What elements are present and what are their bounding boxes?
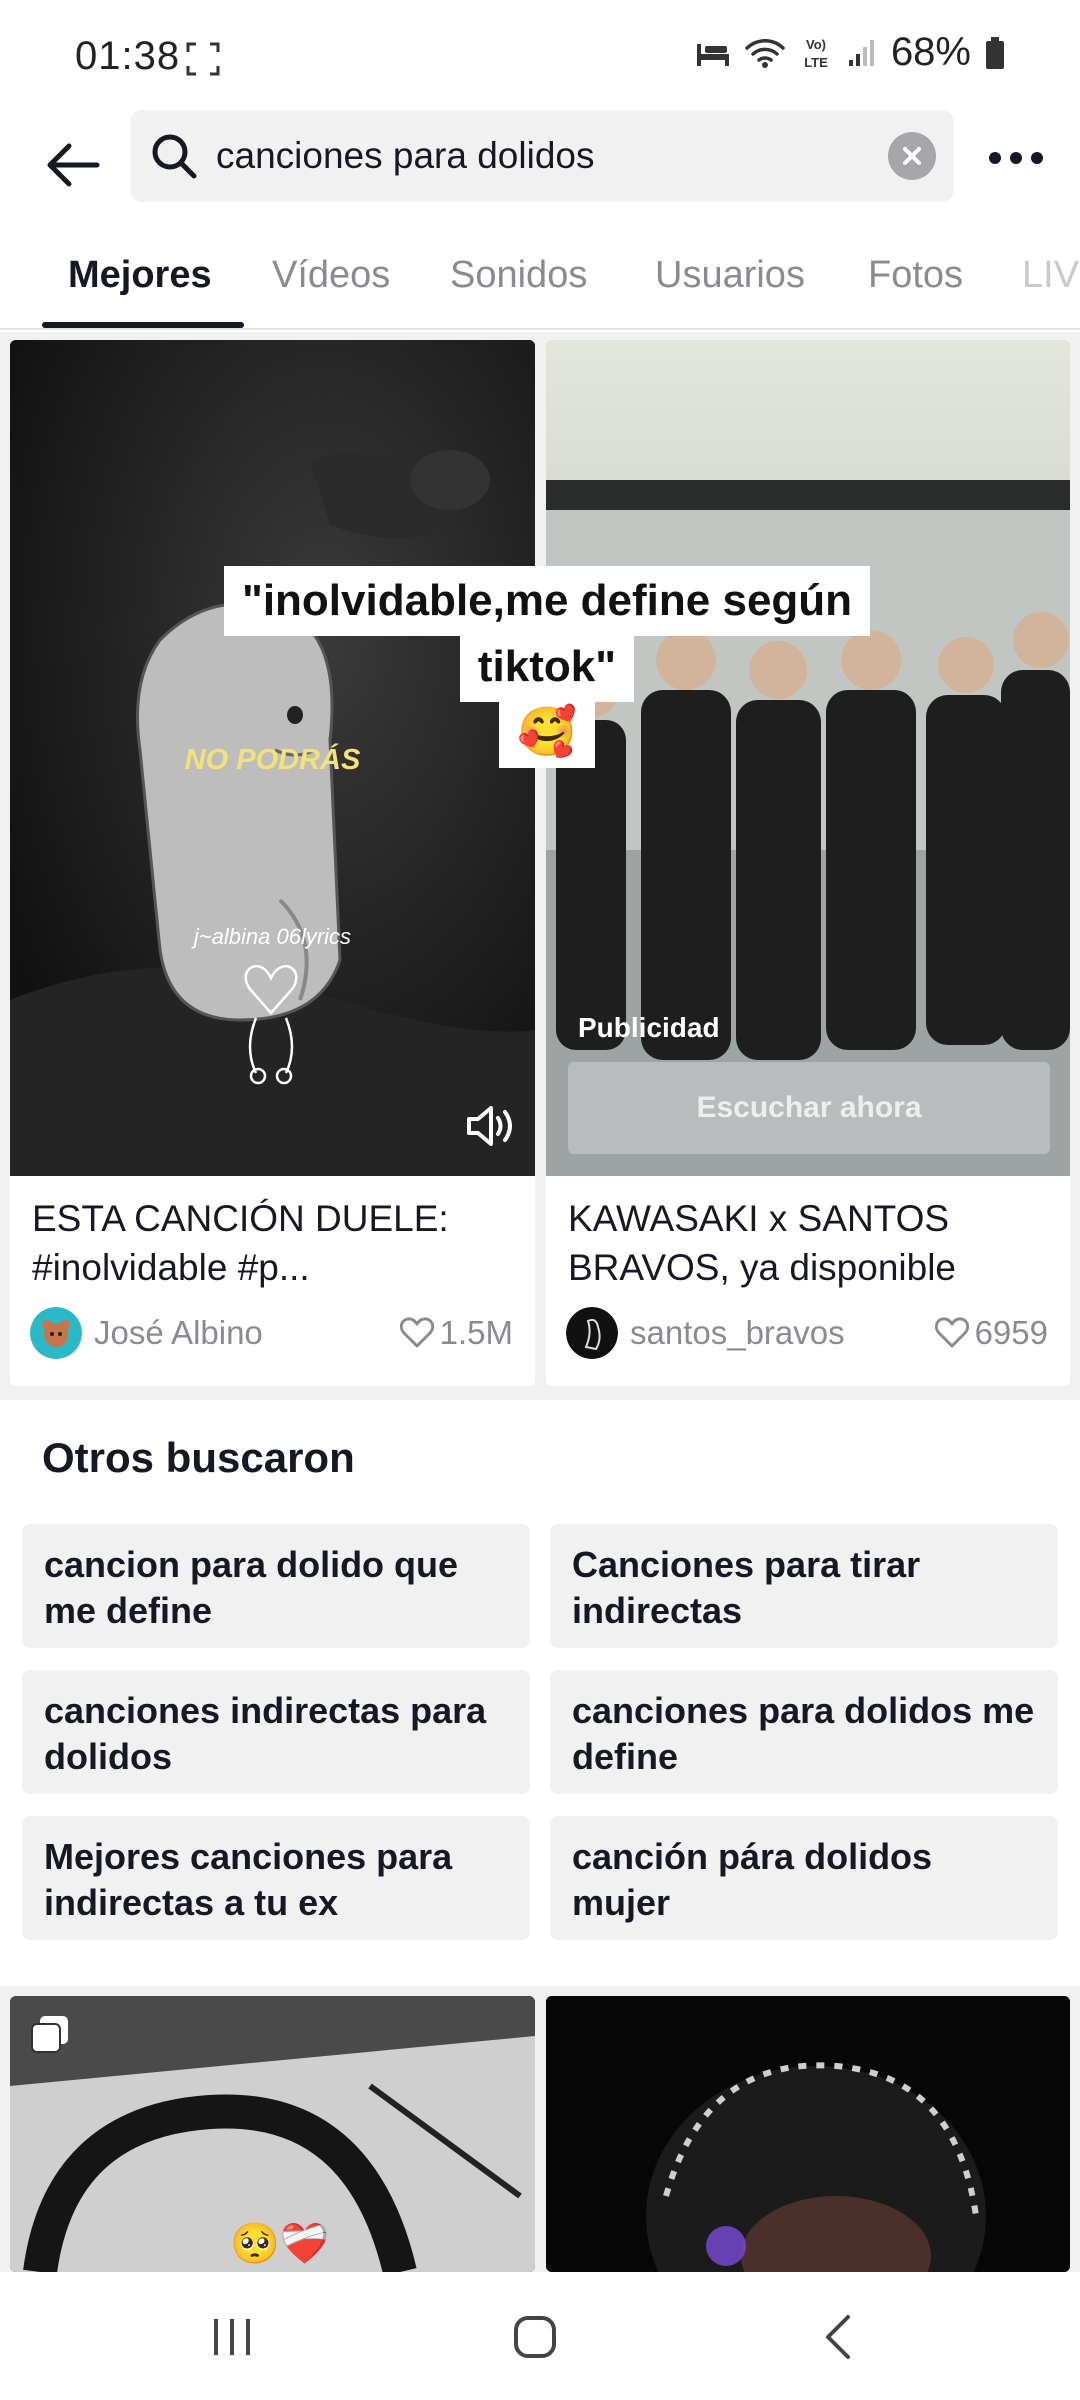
thumbnail-emoji: 🥺❤️‍🩹 <box>230 2222 330 2266</box>
thumbnail-lyric-text: NO PODRÁS <box>184 744 361 776</box>
screenshot-frame-icon <box>186 42 220 76</box>
battery-percent: 68% <box>890 30 971 74</box>
system-navigation-bar <box>0 2272 1080 2400</box>
status-bar: 01:38 Vo) LTE 68% <box>0 0 1080 110</box>
back-button[interactable] <box>38 130 108 200</box>
search-icon <box>146 128 202 184</box>
tab-sonidos[interactable]: Sonidos <box>450 254 587 297</box>
volume-icon[interactable] <box>465 1103 515 1154</box>
sponsored-label: Publicidad <box>578 1012 720 1043</box>
author-name[interactable]: santos_bravos <box>630 1314 935 1352</box>
tab-mejores[interactable]: Mejores <box>68 254 212 297</box>
status-icons: Vo) LTE 68% <box>695 30 1005 75</box>
suggestion-chip[interactable]: canción pára dolidos mujer <box>550 1816 1058 1940</box>
photo-carousel-icon <box>30 2014 70 2059</box>
tab-fotos[interactable]: Fotos <box>868 254 963 297</box>
volte-icon: Vo) LTE <box>799 35 833 71</box>
arrow-left-icon <box>47 143 100 187</box>
video-card[interactable]: 🥺❤️‍🩹 <box>10 1996 535 2272</box>
recent-apps-button[interactable] <box>192 2302 272 2372</box>
video-title[interactable]: KAWASAKI x SANTOS BRAVOS, ya disponible <box>568 1194 1038 1292</box>
group-photo-illustration <box>546 340 1070 1176</box>
bed-icon <box>695 38 731 68</box>
ad-video-card[interactable]: Publicidad Escuchar ahora KAWASAKI x SAN… <box>546 340 1070 1386</box>
signal-icon <box>847 38 877 68</box>
active-tab-indicator <box>42 322 244 328</box>
suggestion-chip[interactable]: Canciones para tirar indirectas <box>550 1524 1058 1648</box>
video-thumbnail <box>546 1996 1070 2272</box>
video-meta: José Albino 1.5M <box>30 1306 513 1360</box>
status-time: 01:38 <box>75 34 181 78</box>
home-button[interactable] <box>495 2302 575 2372</box>
chevron-left-icon <box>826 2315 850 2359</box>
like-count: 6959 <box>934 1314 1048 1352</box>
headphones-heart-icon <box>244 965 298 1085</box>
author-name[interactable]: José Albino <box>94 1314 400 1352</box>
heart-outline-icon <box>399 1317 434 1348</box>
search-tabs: Mejores Vídeos Sonidos Usuarios Fotos LI… <box>0 240 1080 330</box>
suggestion-chip[interactable]: canciones indirectas para dolidos <box>22 1670 530 1794</box>
video-card[interactable]: NO PODRÁS j~albina 06lyrics ESTA CANCIÓN… <box>10 340 535 1386</box>
tab-usuarios[interactable]: Usuarios <box>655 254 805 297</box>
wifi-icon <box>745 37 785 69</box>
related-searches-title: Otros buscaron <box>42 1434 355 1481</box>
video-meta: santos_bravos 6959 <box>566 1306 1048 1360</box>
close-icon <box>903 147 921 165</box>
video-thumbnail[interactable]: Publicidad Escuchar ahora <box>546 340 1070 1176</box>
home-icon <box>514 2316 556 2358</box>
avatar[interactable] <box>566 1307 618 1359</box>
listen-now-button[interactable]: Escuchar ahora <box>568 1062 1050 1154</box>
suggestion-chip[interactable]: cancion para dolido que me define <box>22 1524 530 1648</box>
video-thumbnail[interactable]: NO PODRÁS j~albina 06lyrics <box>10 340 535 1176</box>
back-nav-button[interactable] <box>798 2302 878 2372</box>
search-input[interactable]: canciones para dolidos <box>130 110 954 202</box>
more-dots-icon <box>989 152 1043 164</box>
suggestion-chip[interactable]: Mejores canciones para indirectas a tu e… <box>22 1816 530 1940</box>
tab-live[interactable]: LIVE <box>1022 254 1080 297</box>
svg-text:Vo): Vo) <box>806 37 826 52</box>
tab-videos[interactable]: Vídeos <box>272 254 390 297</box>
more-options-button[interactable] <box>980 130 1052 186</box>
lte-text: LTE <box>804 55 828 70</box>
like-count: 1.5M <box>399 1314 513 1352</box>
video-title[interactable]: ESTA CANCIÓN DUELE: #inolvidable #p... <box>32 1194 502 1292</box>
avatar[interactable] <box>30 1307 82 1359</box>
like-count-value: 6959 <box>974 1314 1048 1351</box>
like-count-value: 1.5M <box>439 1314 513 1351</box>
suggestion-chip[interactable]: canciones para dolidos me define <box>550 1670 1058 1794</box>
video-card[interactable] <box>546 1996 1070 2272</box>
related-searches: Otros buscaron cancion para dolido que m… <box>0 1400 1080 1986</box>
clear-search-button[interactable] <box>888 132 936 180</box>
watermark-text: j~albina 06lyrics <box>193 924 352 949</box>
battery-icon <box>985 36 1005 70</box>
heart-outline-icon <box>934 1317 969 1348</box>
recent-apps-icon <box>214 2319 250 2355</box>
search-query[interactable]: canciones para dolidos <box>216 135 888 177</box>
